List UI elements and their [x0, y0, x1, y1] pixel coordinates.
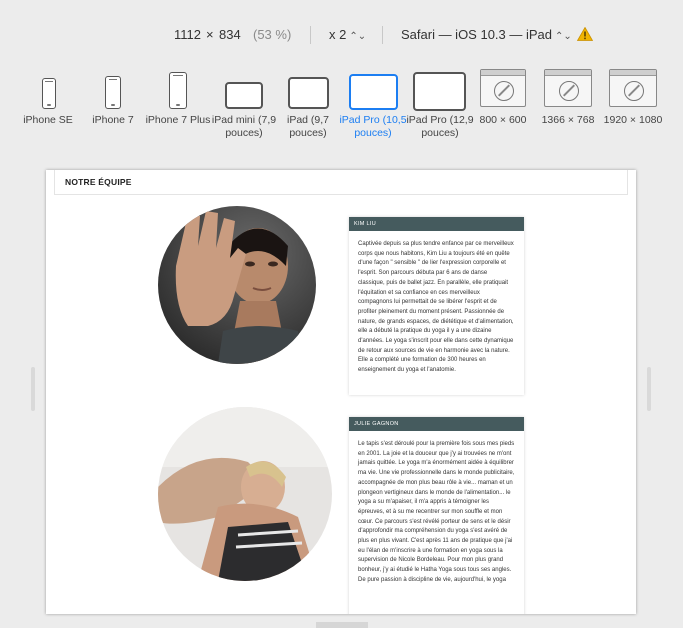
user-agent-label: Safari — iOS 10.3 — iPad: [401, 27, 553, 42]
device-label: 1920 × 1080: [603, 114, 663, 126]
updown-chevron-icon: ⌃⌄: [349, 31, 367, 42]
browser-compass-icon: [468, 66, 538, 110]
toolbar-divider: [382, 26, 383, 44]
member-name: JULIE GAGNON: [349, 417, 524, 431]
device-1920x1080[interactable]: 1920 × 1080: [598, 66, 668, 127]
device-label: 800 × 600: [479, 114, 527, 126]
device-iphone-7[interactable]: iPhone 7: [78, 66, 148, 127]
zoom-percent: (53 %): [253, 27, 292, 42]
scale-selector[interactable]: x 2 ⌃⌄: [329, 27, 366, 42]
browser-compass-icon: [598, 66, 668, 110]
device-ipad-pro-12-9[interactable]: iPad Pro (12,9 pouces): [405, 66, 475, 140]
device-preview: NOTRE ÉQUIPE KIM LIU Captivée depuis sa …: [46, 170, 636, 614]
device-800x600[interactable]: 800 × 600: [468, 66, 538, 127]
tablet-icon: [338, 66, 408, 110]
responsive-toolbar: 1112 × 834 (53 %) x 2 ⌃⌄ Safari — iOS 10.…: [0, 22, 683, 48]
device-label: iPad mini (7,9 pouces): [211, 114, 277, 139]
device-ipad-pro-10-5[interactable]: iPad Pro (10,5 pouces): [338, 66, 408, 140]
member-card-kim: KIM LIU Captivée depuis sa plus tendre e…: [349, 217, 524, 395]
tablet-icon: [405, 66, 475, 111]
device-ipad-mini[interactable]: iPad mini (7,9 pouces): [209, 66, 279, 140]
phone-icon: [143, 66, 213, 110]
device-ipad[interactable]: iPad (9,7 pouces): [273, 66, 343, 140]
viewport-width[interactable]: 1112: [174, 27, 201, 42]
device-label: 1366 × 768: [541, 114, 595, 126]
device-presets: iPhone SE iPhone 7 iPhone 7 Plus iPad mi…: [0, 66, 683, 156]
device-label: iPad Pro (10,5 pouces): [339, 114, 407, 139]
member-bio: Le tapis s'est déroulé pour la première …: [358, 441, 515, 583]
resize-handle-right[interactable]: [647, 367, 651, 411]
updown-chevron-icon: ⌃⌄: [555, 31, 572, 42]
device-1366x768[interactable]: 1366 × 768: [533, 66, 603, 127]
member-photo-julie: [158, 407, 332, 581]
resize-handle-left[interactable]: [31, 367, 35, 411]
member-name: KIM LIU: [349, 217, 524, 231]
section-title: NOTRE ÉQUIPE: [65, 177, 132, 187]
resize-handle-bottom[interactable]: [316, 622, 368, 628]
user-agent-selector[interactable]: Safari — iOS 10.3 — iPad ⌃⌄: [401, 27, 572, 42]
viewport-height[interactable]: 834: [219, 27, 241, 42]
phone-icon: [78, 66, 148, 110]
phone-icon: [13, 66, 83, 110]
scale-value: x 2: [329, 27, 347, 42]
member-photo-kim: [158, 206, 316, 364]
device-label: iPad (9,7 pouces): [286, 114, 330, 139]
tablet-icon: [209, 66, 279, 110]
device-iphone-7-plus[interactable]: iPhone 7 Plus: [143, 66, 213, 127]
device-label: iPhone 7 Plus: [145, 114, 211, 126]
device-label: iPhone 7: [92, 114, 134, 126]
times-symbol: ×: [206, 27, 214, 42]
browser-compass-icon: [533, 66, 603, 110]
device-label: iPhone SE: [23, 114, 73, 126]
warning-icon[interactable]: [577, 27, 593, 41]
device-label: iPad Pro (12,9 pouces): [406, 114, 474, 139]
member-card-julie: JULIE GAGNON Le tapis s'est déroulé pour…: [349, 417, 524, 614]
toolbar-divider: [310, 26, 311, 44]
section-header: NOTRE ÉQUIPE: [54, 170, 628, 195]
device-iphone-se[interactable]: iPhone SE: [13, 66, 83, 127]
member-bio: Captivée depuis sa plus tendre enfance p…: [358, 241, 514, 374]
tablet-icon: [273, 66, 343, 110]
